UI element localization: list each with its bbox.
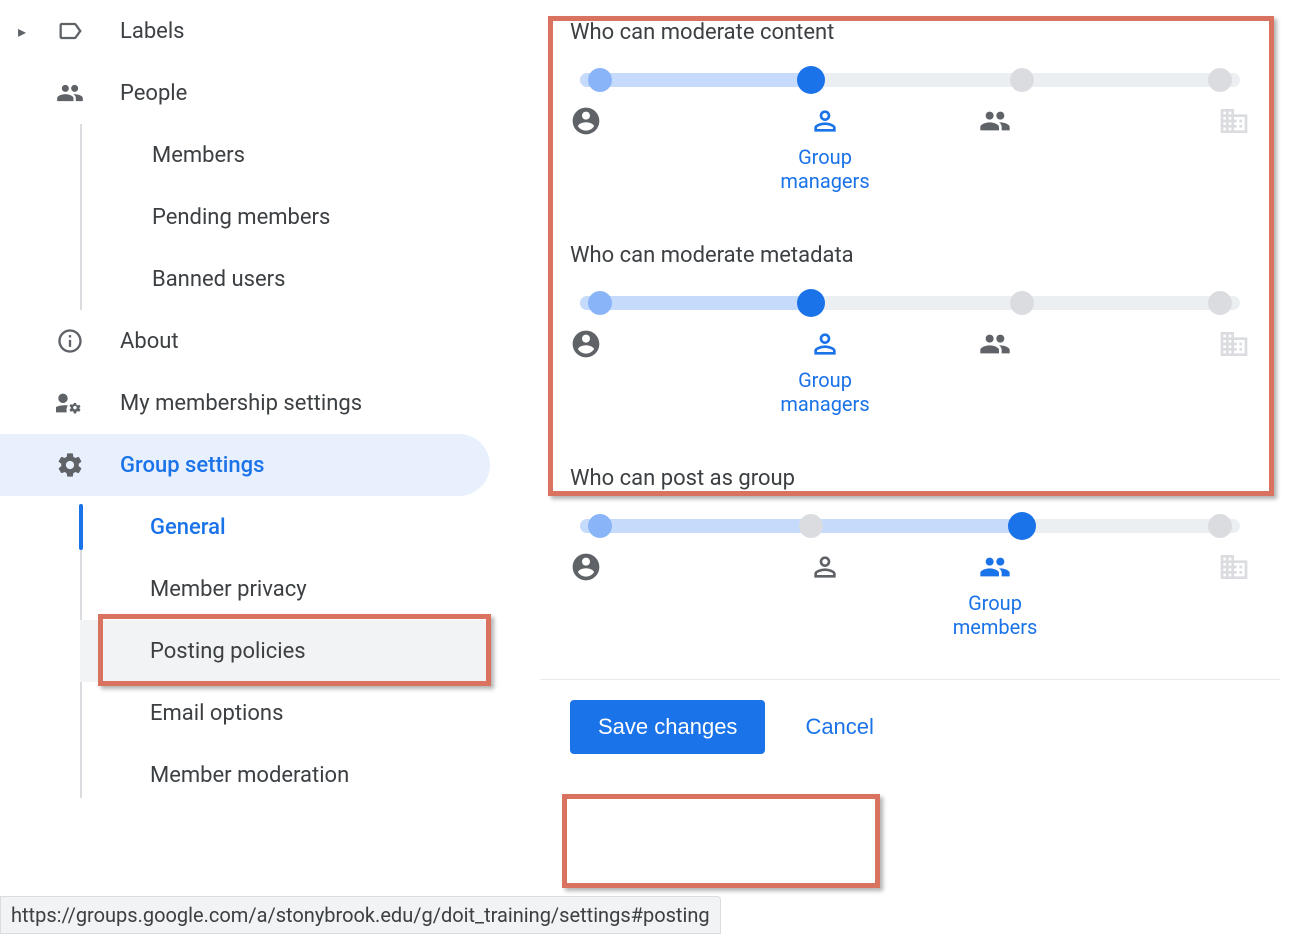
label-icon	[56, 17, 84, 45]
nav-people[interactable]: People	[0, 62, 490, 124]
nav-people-text: People	[120, 81, 187, 106]
permission-slider[interactable]	[580, 296, 1240, 310]
slider-stop[interactable]	[799, 514, 823, 538]
slider-handle[interactable]	[797, 66, 825, 94]
settings-member-privacy[interactable]: Member privacy	[80, 558, 490, 620]
slider-handle[interactable]	[797, 289, 825, 317]
settings-posting-policies[interactable]: Posting policies	[80, 620, 490, 682]
slider-stop[interactable]	[588, 291, 612, 315]
permission-slider[interactable]	[580, 73, 1240, 87]
slider-stop[interactable]	[588, 68, 612, 92]
permission-section: Who can moderate content Groupmanagers	[540, 0, 1280, 223]
cancel-button[interactable]: Cancel	[805, 714, 873, 740]
slider-fill	[580, 296, 811, 310]
permission-slider[interactable]	[580, 519, 1240, 533]
settings-email-options[interactable]: Email options	[80, 682, 490, 744]
person-gear-icon	[56, 389, 84, 417]
permission-section: Who can moderate metadata Groupmanagers	[540, 223, 1280, 446]
nav-membership-text: My membership settings	[120, 391, 362, 416]
slider-stop[interactable]	[1208, 291, 1232, 315]
permission-option[interactable]	[740, 551, 910, 639]
option-label: Groupmanagers	[780, 368, 869, 416]
permission-option[interactable]	[910, 328, 1080, 416]
slider-handle[interactable]	[1008, 512, 1036, 540]
option-icon	[570, 105, 602, 137]
option-row: Groupmanagers	[570, 328, 1250, 416]
sidebar: Labels People Members Pending members Ba…	[0, 0, 490, 806]
option-label: Groupmembers	[953, 591, 1038, 639]
permission-option[interactable]	[1080, 551, 1250, 639]
permission-option[interactable]: Groupmembers	[910, 551, 1080, 639]
people-sublist: Members Pending members Banned users	[80, 124, 490, 310]
nav-members[interactable]: Members	[82, 124, 490, 186]
main-content: Who can moderate content Groupmanagers W…	[540, 0, 1280, 774]
permission-option[interactable]	[570, 551, 740, 639]
slider-stop[interactable]	[1208, 68, 1232, 92]
permission-option[interactable]: Groupmanagers	[740, 105, 910, 193]
nav-about[interactable]: About	[0, 310, 490, 372]
option-icon	[809, 328, 841, 360]
nav-group-settings[interactable]: Group settings	[0, 434, 490, 496]
slider-stop[interactable]	[1010, 291, 1034, 315]
slider-stop[interactable]	[588, 514, 612, 538]
nav-pending-members[interactable]: Pending members	[82, 186, 490, 248]
nav-membership-settings[interactable]: My membership settings	[0, 372, 490, 434]
option-icon	[570, 551, 602, 583]
slider-fill	[580, 73, 811, 87]
button-row: Save changes Cancel	[540, 679, 1280, 774]
option-icon	[979, 328, 1011, 360]
nav-labels-text: Labels	[120, 19, 185, 44]
option-icon	[809, 105, 841, 137]
save-button[interactable]: Save changes	[570, 700, 765, 754]
settings-sublist: General Member privacy Posting policies …	[80, 496, 490, 806]
option-row: Groupmembers	[570, 551, 1250, 639]
settings-member-moderation[interactable]: Member moderation	[80, 744, 490, 806]
option-icon	[1218, 105, 1250, 137]
permission-option[interactable]	[1080, 105, 1250, 193]
section-title: Who can post as group	[570, 466, 1250, 491]
slider-stop[interactable]	[1208, 514, 1232, 538]
option-icon	[1218, 328, 1250, 360]
nav-labels[interactable]: Labels	[0, 0, 490, 62]
option-icon	[809, 551, 841, 583]
section-title: Who can moderate metadata	[570, 243, 1250, 268]
annotation-highlight-save	[562, 794, 880, 888]
permission-section: Who can post as group Groupmembers	[540, 446, 1280, 669]
permission-option[interactable]	[570, 105, 740, 193]
settings-general[interactable]: General	[80, 496, 490, 558]
people-icon	[56, 79, 84, 107]
slider-stop[interactable]	[1010, 68, 1034, 92]
option-row: Groupmanagers	[570, 105, 1250, 193]
permission-option[interactable]	[1080, 328, 1250, 416]
nav-about-text: About	[120, 329, 179, 354]
permission-option[interactable]: Groupmanagers	[740, 328, 910, 416]
option-icon	[1218, 551, 1250, 583]
option-icon	[979, 551, 1011, 583]
option-icon	[979, 105, 1011, 137]
nav-group-settings-text: Group settings	[120, 453, 264, 478]
status-bar-url: https://groups.google.com/a/stonybrook.e…	[0, 896, 721, 934]
option-icon	[570, 328, 602, 360]
nav-banned-users[interactable]: Banned users	[82, 248, 490, 310]
gear-icon	[56, 451, 84, 479]
info-icon	[56, 327, 84, 355]
permission-option[interactable]	[570, 328, 740, 416]
option-label: Groupmanagers	[780, 145, 869, 193]
section-title: Who can moderate content	[570, 20, 1250, 45]
permission-option[interactable]	[910, 105, 1080, 193]
